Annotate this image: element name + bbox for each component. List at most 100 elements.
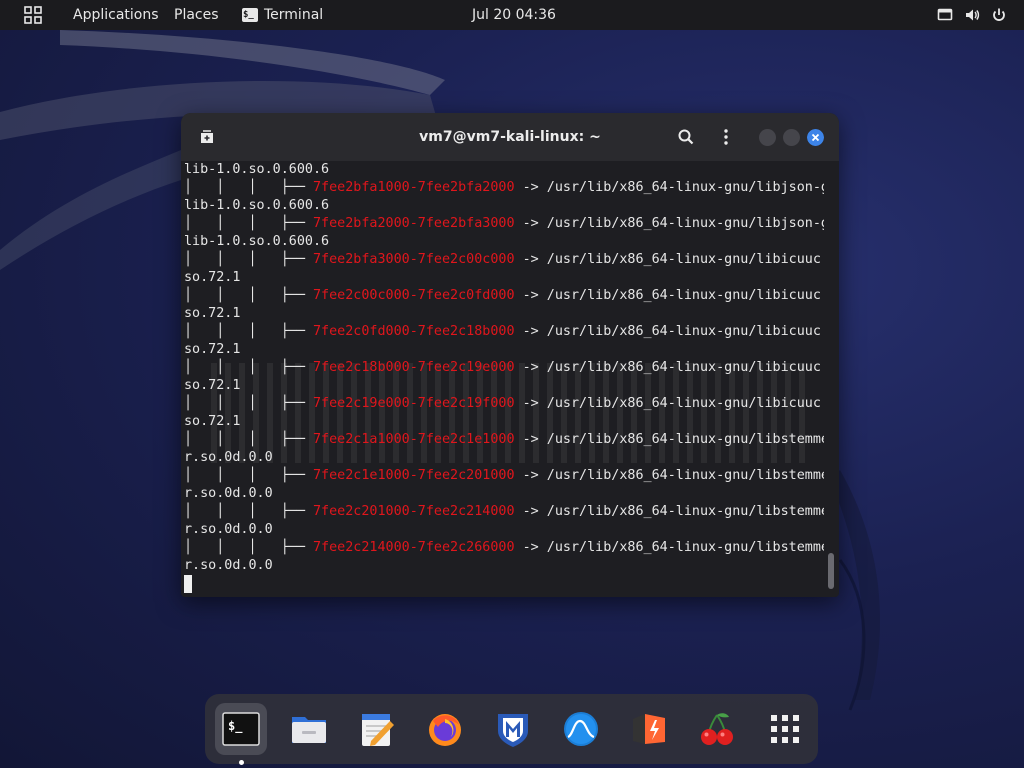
burpsuite-icon xyxy=(633,714,665,744)
line-text: │ │ │ ├── xyxy=(184,396,313,411)
terminal-line: │ │ │ ├── 7fee2bfa3000-7fee2c00c000 -> /… xyxy=(184,251,824,269)
line-text: │ │ │ ├── xyxy=(184,216,313,231)
dock-terminal[interactable]: $_ xyxy=(215,703,267,765)
line-text: │ │ │ ├── xyxy=(184,468,313,483)
mapped-file-path: -> /usr/lib/x86_64-linux-gnu/libicuuc. xyxy=(514,252,824,267)
metasploit-icon xyxy=(498,714,528,747)
line-text: │ │ │ ├── xyxy=(184,180,313,195)
terminal-line: r.so.0d.0.0 xyxy=(184,557,824,575)
dock-text-editor[interactable] xyxy=(351,703,403,755)
terminal-line: lib-1.0.so.0.600.6 xyxy=(184,197,824,215)
terminal-line: │ │ │ ├── 7fee2c1a1000-7fee2c1e1000 -> /… xyxy=(184,431,824,449)
line-text: so.72.1 xyxy=(184,342,241,357)
memory-address-range: 7fee2c1a1000-7fee2c1e1000 xyxy=(313,432,515,447)
window-title: vm7@vm7-kali-linux: ~ xyxy=(419,129,601,145)
line-text: so.72.1 xyxy=(184,378,241,393)
memory-address-range: 7fee2bfa2000-7fee2bfa3000 xyxy=(313,216,515,231)
top-panel: Applications Places $_ Terminal Jul 20 0… xyxy=(0,0,1024,30)
terminal-line: │ │ │ ├── 7fee2c00c000-7fee2c0fd000 -> /… xyxy=(184,287,824,305)
cherrytree-icon xyxy=(701,713,733,745)
memory-address-range: 7fee2c1e1000-7fee2c201000 xyxy=(313,468,515,483)
terminal-app-icon: $_ xyxy=(242,8,258,22)
terminal-line: │ │ │ ├── 7fee2c19e000-7fee2c19f000 -> /… xyxy=(184,395,824,413)
line-text: r.so.0d.0.0 xyxy=(184,486,273,501)
terminal-line: │ │ │ ├── 7fee2bfa1000-7fee2bfa2000 -> /… xyxy=(184,179,824,197)
dock-cherrytree[interactable] xyxy=(691,703,743,755)
minimize-icon[interactable] xyxy=(759,129,776,146)
memory-address-range: 7fee2c19e000-7fee2c19f000 xyxy=(313,396,515,411)
svg-text:$_: $_ xyxy=(228,719,243,734)
dock-show-apps[interactable] xyxy=(759,703,811,755)
terminal-window: vm7@vm7-kali-linux: ~ lib-1.0.so.0.600.6… xyxy=(181,113,839,597)
wireshark-icon xyxy=(564,712,598,746)
applications-menu[interactable]: Applications xyxy=(73,0,159,30)
mapped-file-path: -> /usr/lib/x86_64-linux-gnu/libjson-g xyxy=(514,180,824,195)
terminal-icon: $_ xyxy=(222,712,260,746)
terminal-line: so.72.1 xyxy=(184,413,824,431)
dock-files[interactable] xyxy=(283,703,335,755)
line-text: lib-1.0.so.0.600.6 xyxy=(184,234,330,249)
memory-address-range: 7fee2c0fd000-7fee2c18b000 xyxy=(313,324,515,339)
clock[interactable]: Jul 20 04:36 xyxy=(472,0,556,30)
dock-wireshark[interactable] xyxy=(555,703,607,755)
dock: $_ xyxy=(205,694,818,765)
memory-address-range: 7fee2bfa3000-7fee2c00c000 xyxy=(313,252,515,267)
mapped-file-path: -> /usr/lib/x86_64-linux-gnu/libstemme xyxy=(514,504,824,519)
terminal-line: so.72.1 xyxy=(184,305,824,323)
line-text: r.so.0d.0.0 xyxy=(184,522,273,537)
mapped-file-path: -> /usr/lib/x86_64-linux-gnu/libicuuc. xyxy=(514,360,824,375)
display-icon[interactable] xyxy=(937,7,953,23)
places-menu[interactable]: Places xyxy=(174,0,219,30)
new-tab-icon[interactable] xyxy=(197,127,217,147)
line-text: so.72.1 xyxy=(184,306,241,321)
terminal-line: lib-1.0.so.0.600.6 xyxy=(184,161,824,179)
power-icon[interactable] xyxy=(991,7,1007,23)
line-text: │ │ │ ├── xyxy=(184,540,313,555)
grid-icon[interactable] xyxy=(24,6,42,24)
scrollbar[interactable] xyxy=(828,553,834,589)
close-icon[interactable] xyxy=(807,129,824,146)
kebab-menu-icon[interactable] xyxy=(716,127,736,147)
line-text: lib-1.0.so.0.600.6 xyxy=(184,198,330,213)
maximize-icon[interactable] xyxy=(783,129,800,146)
terminal-line: │ │ │ ├── 7fee2c214000-7fee2c266000 -> /… xyxy=(184,539,824,557)
terminal-line: │ │ │ ├── 7fee2bfa2000-7fee2bfa3000 -> /… xyxy=(184,215,824,233)
line-text: lib-1.0.so.0.600.6 xyxy=(184,162,330,177)
active-app-menu[interactable]: $_ Terminal xyxy=(242,0,323,30)
firefox-icon xyxy=(429,714,461,746)
line-text: r.so.0d.0.0 xyxy=(184,450,273,465)
terminal-line: r.so.0d.0.0 xyxy=(184,485,824,503)
search-icon[interactable] xyxy=(676,127,696,147)
app-grid-icon xyxy=(771,715,799,743)
mapped-file-path: -> /usr/lib/x86_64-linux-gnu/libjson-g xyxy=(514,216,824,231)
terminal-line: r.so.0d.0.0 xyxy=(184,521,824,539)
line-text: r.so.0d.0.0 xyxy=(184,558,273,573)
memory-address-range: 7fee2c00c000-7fee2c0fd000 xyxy=(313,288,515,303)
line-text: │ │ │ ├── xyxy=(184,504,313,519)
dock-firefox[interactable] xyxy=(419,703,471,755)
memory-address-range: 7fee2c18b000-7fee2c19e000 xyxy=(313,360,515,375)
prompt-line xyxy=(184,575,824,593)
volume-icon[interactable] xyxy=(964,7,980,23)
line-text: │ │ │ ├── xyxy=(184,432,313,447)
text-editor-icon xyxy=(362,714,394,746)
window-titlebar[interactable]: vm7@vm7-kali-linux: ~ xyxy=(181,113,839,161)
dock-metasploit[interactable] xyxy=(487,703,539,755)
mapped-file-path: -> /usr/lib/x86_64-linux-gnu/libstemme xyxy=(514,468,824,483)
line-text: │ │ │ ├── xyxy=(184,360,313,375)
terminal-line: │ │ │ ├── 7fee2c201000-7fee2c214000 -> /… xyxy=(184,503,824,521)
memory-address-range: 7fee2c201000-7fee2c214000 xyxy=(313,504,515,519)
terminal-output[interactable]: lib-1.0.so.0.600.6 │ │ │ ├── 7fee2bfa1000… xyxy=(184,161,824,597)
line-text: │ │ │ ├── xyxy=(184,288,313,303)
dock-burpsuite[interactable] xyxy=(623,703,675,755)
terminal-line: │ │ │ ├── 7fee2c0fd000-7fee2c18b000 -> /… xyxy=(184,323,824,341)
mapped-file-path: -> /usr/lib/x86_64-linux-gnu/libicuuc. xyxy=(514,324,824,339)
mapped-file-path: -> /usr/lib/x86_64-linux-gnu/libstemme xyxy=(514,432,824,447)
terminal-line: so.72.1 xyxy=(184,377,824,395)
terminal-line: so.72.1 xyxy=(184,269,824,287)
running-indicator xyxy=(239,760,244,765)
terminal-line: │ │ │ ├── 7fee2c1e1000-7fee2c201000 -> /… xyxy=(184,467,824,485)
folder-icon xyxy=(292,717,326,743)
memory-address-range: 7fee2bfa1000-7fee2bfa2000 xyxy=(313,180,515,195)
line-text: so.72.1 xyxy=(184,414,241,429)
